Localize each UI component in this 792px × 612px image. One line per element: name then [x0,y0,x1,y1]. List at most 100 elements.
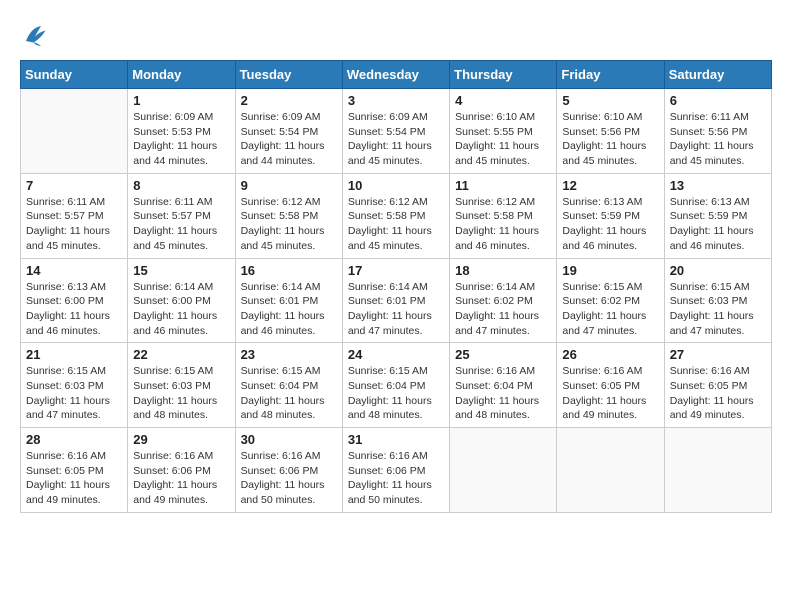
day-of-week-header: Saturday [664,61,771,89]
calendar-week-row: 28Sunrise: 6:16 AMSunset: 6:05 PMDayligh… [21,428,772,513]
day-number: 30 [241,432,337,447]
calendar-cell: 22 Sunrise: 6:15 AMSunset: 6:03 PMDayligh… [128,343,235,428]
day-info: Sunrise: 6:15 AMSunset: 6:04 PMDaylight:… [348,364,444,423]
day-number: 25 [455,347,551,362]
day-number: 5 [562,93,658,108]
day-number: 29 [133,432,229,447]
calendar-cell: 29 Sunrise: 6:16 AMSunset: 6:06 PMDayligh… [128,428,235,513]
calendar-cell: 2Sunrise: 6:09 AMSunset: 5:54 PMDaylight… [235,89,342,174]
calendar-cell: 8 Sunrise: 6:11 AMSunset: 5:57 PMDaylight… [128,173,235,258]
calendar-cell: 1 Sunrise: 6:09 AMSunset: 5:53 PMDaylight… [128,89,235,174]
calendar-cell: 21 Sunrise: 6:15 AMSunset: 6:03 PMDayligh… [21,343,128,428]
calendar-cell: 25 Sunrise: 6:16 AMSunset: 6:04 PMDayligh… [450,343,557,428]
logo-icon [20,20,50,50]
calendar-cell: 6Sunrise: 6:11 AMSunset: 5:56 PMDaylight… [664,89,771,174]
day-info: Sunrise: 6:10 AMSunset: 5:55 PMDaylight:… [455,110,551,169]
day-info: Sunrise: 6:15 AMSunset: 6:04 PMDaylight:… [241,364,337,423]
calendar-cell: 14 Sunrise: 6:13 AMSunset: 6:00 PMDayligh… [21,258,128,343]
day-number: 26 [562,347,658,362]
day-number: 27 [670,347,766,362]
day-info: Sunrise: 6:16 AMSunset: 6:06 PMDaylight:… [241,449,337,508]
day-info: Sunrise: 6:15 AMSunset: 6:02 PMDaylight:… [562,280,658,339]
day-number: 8 [133,178,229,193]
calendar-cell: 27 Sunrise: 6:16 AMSunset: 6:05 PMDayligh… [664,343,771,428]
calendar-week-row: 14 Sunrise: 6:13 AMSunset: 6:00 PMDayligh… [21,258,772,343]
day-info: Sunrise: 6:13 AMSunset: 5:59 PMDaylight:… [562,195,658,254]
day-number: 15 [133,263,229,278]
day-number: 19 [562,263,658,278]
day-info: Sunrise: 6:16 AMSunset: 6:05 PMDaylight:… [26,449,122,508]
day-number: 13 [670,178,766,193]
day-info: Sunrise: 6:11 AMSunset: 5:57 PMDaylight:… [133,195,229,254]
day-info: Sunrise: 6:09 AMSunset: 5:54 PMDaylight:… [348,110,444,169]
day-info: Sunrise: 6:11 AMSunset: 5:57 PMDaylight:… [26,195,122,254]
day-info: Sunrise: 6:16 AMSunset: 6:06 PMDaylight:… [348,449,444,508]
day-of-week-header: Monday [128,61,235,89]
day-number: 18 [455,263,551,278]
calendar-cell: 18 Sunrise: 6:14 AMSunset: 6:02 PMDayligh… [450,258,557,343]
calendar-cell: 30 Sunrise: 6:16 AMSunset: 6:06 PMDayligh… [235,428,342,513]
day-number: 16 [241,263,337,278]
day-info: Sunrise: 6:12 AMSunset: 5:58 PMDaylight:… [348,195,444,254]
calendar-header-row: SundayMondayTuesdayWednesdayThursdayFrid… [21,61,772,89]
calendar-week-row: 21 Sunrise: 6:15 AMSunset: 6:03 PMDayligh… [21,343,772,428]
day-of-week-header: Friday [557,61,664,89]
calendar-table: SundayMondayTuesdayWednesdayThursdayFrid… [20,60,772,513]
day-info: Sunrise: 6:15 AMSunset: 6:03 PMDaylight:… [670,280,766,339]
calendar-cell: 13Sunrise: 6:13 AMSunset: 5:59 PMDayligh… [664,173,771,258]
calendar-cell: 16 Sunrise: 6:14 AMSunset: 6:01 PMDayligh… [235,258,342,343]
day-of-week-header: Tuesday [235,61,342,89]
day-number: 6 [670,93,766,108]
calendar-cell [664,428,771,513]
day-number: 12 [562,178,658,193]
calendar-cell: 19 Sunrise: 6:15 AMSunset: 6:02 PMDayligh… [557,258,664,343]
day-number: 21 [26,347,122,362]
page-header [20,20,772,50]
calendar-cell: 3 Sunrise: 6:09 AMSunset: 5:54 PMDaylight… [342,89,449,174]
day-info: Sunrise: 6:16 AMSunset: 6:05 PMDaylight:… [562,364,658,423]
day-of-week-header: Thursday [450,61,557,89]
day-number: 3 [348,93,444,108]
day-number: 14 [26,263,122,278]
calendar-cell: 31 Sunrise: 6:16 AMSunset: 6:06 PMDayligh… [342,428,449,513]
day-info: Sunrise: 6:09 AMSunset: 5:53 PMDaylight:… [133,110,229,169]
calendar-cell: 15 Sunrise: 6:14 AMSunset: 6:00 PMDayligh… [128,258,235,343]
day-number: 17 [348,263,444,278]
calendar-cell: 5Sunrise: 6:10 AMSunset: 5:56 PMDaylight… [557,89,664,174]
calendar-cell: 4Sunrise: 6:10 AMSunset: 5:55 PMDaylight… [450,89,557,174]
day-info: Sunrise: 6:12 AMSunset: 5:58 PMDaylight:… [455,195,551,254]
day-number: 22 [133,347,229,362]
day-info: Sunrise: 6:15 AMSunset: 6:03 PMDaylight:… [133,364,229,423]
calendar-cell: 28Sunrise: 6:16 AMSunset: 6:05 PMDayligh… [21,428,128,513]
day-info: Sunrise: 6:15 AMSunset: 6:03 PMDaylight:… [26,364,122,423]
day-number: 1 [133,93,229,108]
calendar-cell: 17 Sunrise: 6:14 AMSunset: 6:01 PMDayligh… [342,258,449,343]
day-number: 20 [670,263,766,278]
day-info: Sunrise: 6:12 AMSunset: 5:58 PMDaylight:… [241,195,337,254]
logo [20,20,54,50]
day-info: Sunrise: 6:14 AMSunset: 6:00 PMDaylight:… [133,280,229,339]
day-number: 23 [241,347,337,362]
day-number: 11 [455,178,551,193]
day-of-week-header: Wednesday [342,61,449,89]
day-info: Sunrise: 6:16 AMSunset: 6:05 PMDaylight:… [670,364,766,423]
day-info: Sunrise: 6:16 AMSunset: 6:04 PMDaylight:… [455,364,551,423]
calendar-cell: 10 Sunrise: 6:12 AMSunset: 5:58 PMDayligh… [342,173,449,258]
day-info: Sunrise: 6:13 AMSunset: 6:00 PMDaylight:… [26,280,122,339]
day-info: Sunrise: 6:14 AMSunset: 6:02 PMDaylight:… [455,280,551,339]
day-number: 9 [241,178,337,193]
day-of-week-header: Sunday [21,61,128,89]
calendar-week-row: 7Sunrise: 6:11 AMSunset: 5:57 PMDaylight… [21,173,772,258]
day-info: Sunrise: 6:14 AMSunset: 6:01 PMDaylight:… [241,280,337,339]
calendar-cell: 9 Sunrise: 6:12 AMSunset: 5:58 PMDaylight… [235,173,342,258]
calendar-week-row: 1 Sunrise: 6:09 AMSunset: 5:53 PMDaylight… [21,89,772,174]
calendar-cell: 7Sunrise: 6:11 AMSunset: 5:57 PMDaylight… [21,173,128,258]
day-info: Sunrise: 6:16 AMSunset: 6:06 PMDaylight:… [133,449,229,508]
calendar-cell: 20 Sunrise: 6:15 AMSunset: 6:03 PMDayligh… [664,258,771,343]
day-info: Sunrise: 6:14 AMSunset: 6:01 PMDaylight:… [348,280,444,339]
calendar-cell: 12 Sunrise: 6:13 AMSunset: 5:59 PMDayligh… [557,173,664,258]
day-number: 31 [348,432,444,447]
day-number: 10 [348,178,444,193]
calendar-cell [21,89,128,174]
calendar-cell: 24Sunrise: 6:15 AMSunset: 6:04 PMDayligh… [342,343,449,428]
